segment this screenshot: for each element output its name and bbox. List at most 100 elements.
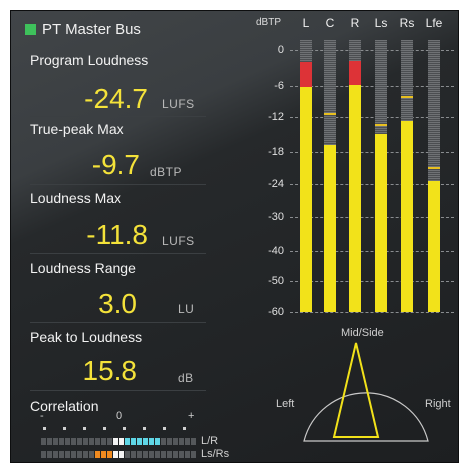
channel-peak-hold — [428, 166, 440, 169]
correlation-segment — [77, 451, 82, 458]
correlation-segment — [47, 438, 52, 445]
scale-tick-label: -40 — [268, 245, 284, 257]
correlation-segment — [137, 451, 142, 458]
scale-tick-label: -18 — [268, 146, 284, 158]
correlation-segment — [89, 438, 94, 445]
correlation-segment — [83, 438, 88, 445]
correlation-minus-tick: - — [40, 410, 44, 422]
channel-over-indicator — [300, 62, 312, 87]
correlation-segment — [101, 438, 106, 445]
metric-divider — [30, 322, 206, 323]
correlation-segment — [95, 451, 100, 458]
channel-label-l: L — [302, 16, 310, 30]
correlation-segment — [161, 438, 166, 445]
correlation-scale-dots — [41, 427, 197, 430]
correlation-segment — [77, 438, 82, 445]
correlation-segment — [95, 438, 100, 445]
bus-active-indicator[interactable] — [25, 24, 36, 35]
correlation-segment — [41, 438, 46, 445]
channel-level-c — [324, 145, 336, 312]
scale-tick-label: 0 — [277, 44, 284, 56]
channel-label-lfe: Lfe — [425, 16, 443, 30]
correlation-scale-dot — [63, 427, 66, 430]
correlation-segment — [167, 438, 172, 445]
correlation-scale-dot — [143, 427, 146, 430]
channel-peak-hold — [401, 96, 413, 99]
metric-divider — [30, 184, 206, 185]
channel-level-l — [300, 86, 312, 312]
correlation-scale-dot — [163, 427, 166, 430]
correlation-segment — [149, 438, 154, 445]
correlation-segment — [113, 451, 118, 458]
correlation-zero-tick: 0 — [116, 410, 123, 422]
correlation-segment — [125, 451, 130, 458]
channel-level-ls — [375, 133, 387, 312]
correlation-segment — [47, 451, 52, 458]
scale-tick-label: -50 — [268, 275, 284, 287]
correlation-segment — [131, 438, 136, 445]
correlation-segment — [59, 451, 64, 458]
correlation-segment — [179, 451, 184, 458]
channel-label-rs: Rs — [399, 16, 415, 30]
channel-level-r — [349, 84, 361, 312]
correlation-segment — [89, 451, 94, 458]
correlation-segment — [71, 451, 76, 458]
correlation-lsrs-label: Ls/Rs — [201, 448, 230, 460]
correlation-plus-tick: + — [188, 410, 195, 422]
correlation-segment — [185, 438, 190, 445]
true-peak-max-label: True-peak Max — [30, 121, 124, 137]
channel-over-indicator — [349, 60, 361, 85]
correlation-segment — [107, 438, 112, 445]
correlation-segment — [53, 438, 58, 445]
channel-label-r: R — [350, 16, 360, 30]
scale-tick-label: -60 — [268, 306, 284, 318]
loudness-max-label: Loudness Max — [30, 190, 122, 206]
channel-peak-hold — [375, 124, 387, 126]
channel-level-rs — [401, 120, 413, 312]
correlation-segment — [155, 438, 160, 445]
correlation-segment — [149, 451, 154, 458]
correlation-segment — [173, 438, 178, 445]
correlation-segment — [59, 438, 64, 445]
correlation-segment — [185, 451, 190, 458]
program-loudness-label: Program Loudness — [30, 52, 149, 68]
correlation-lr-label: L/R — [201, 435, 219, 447]
peak-to-loudness-label: Peak to Loudness — [30, 329, 143, 345]
correlation-scale-dot — [43, 427, 46, 430]
correlation-segment — [83, 451, 88, 458]
midside-vector-shape — [332, 342, 380, 438]
correlation-segment — [107, 451, 112, 458]
correlation-scale-dot — [83, 427, 86, 430]
metric-divider — [30, 116, 206, 117]
correlation-segment — [113, 438, 118, 445]
loudness-max-value: -11.8 — [86, 219, 148, 250]
correlation-segment — [65, 438, 70, 445]
app-window: PT Master Bus Program Loudness -24.7 LUF… — [0, 0, 467, 471]
midside-scope — [303, 342, 429, 442]
true-peak-max-value: -9.7 — [91, 149, 140, 180]
correlation-bar-lr — [41, 438, 197, 445]
correlation-segment — [143, 438, 148, 445]
peak-to-loudness-unit: dB — [178, 371, 194, 385]
correlation-segment — [119, 451, 124, 458]
correlation-segment — [173, 451, 178, 458]
correlation-scale-dot — [103, 427, 106, 430]
correlation-segment — [191, 438, 196, 445]
correlation-segment — [71, 438, 76, 445]
midside-scope-arc — [303, 392, 429, 442]
channel-peak-hold — [324, 112, 336, 115]
correlation-segment — [155, 451, 160, 458]
peak-to-loudness-value: 15.8 — [82, 355, 138, 386]
correlation-segment — [191, 451, 196, 458]
correlation-segment — [125, 438, 130, 445]
true-peak-max-unit: dBTP — [150, 165, 183, 179]
loudness-range-value: 3.0 — [98, 288, 137, 319]
midside-left-label: Left — [276, 398, 295, 410]
loudness-max-unit: LUFS — [162, 234, 195, 248]
correlation-segment — [131, 451, 136, 458]
correlation-segment — [65, 451, 70, 458]
channel-label-c: C — [325, 16, 335, 30]
correlation-segment — [41, 451, 46, 458]
program-loudness-unit: LUFS — [162, 97, 195, 111]
bus-name: PT Master Bus — [42, 21, 141, 38]
